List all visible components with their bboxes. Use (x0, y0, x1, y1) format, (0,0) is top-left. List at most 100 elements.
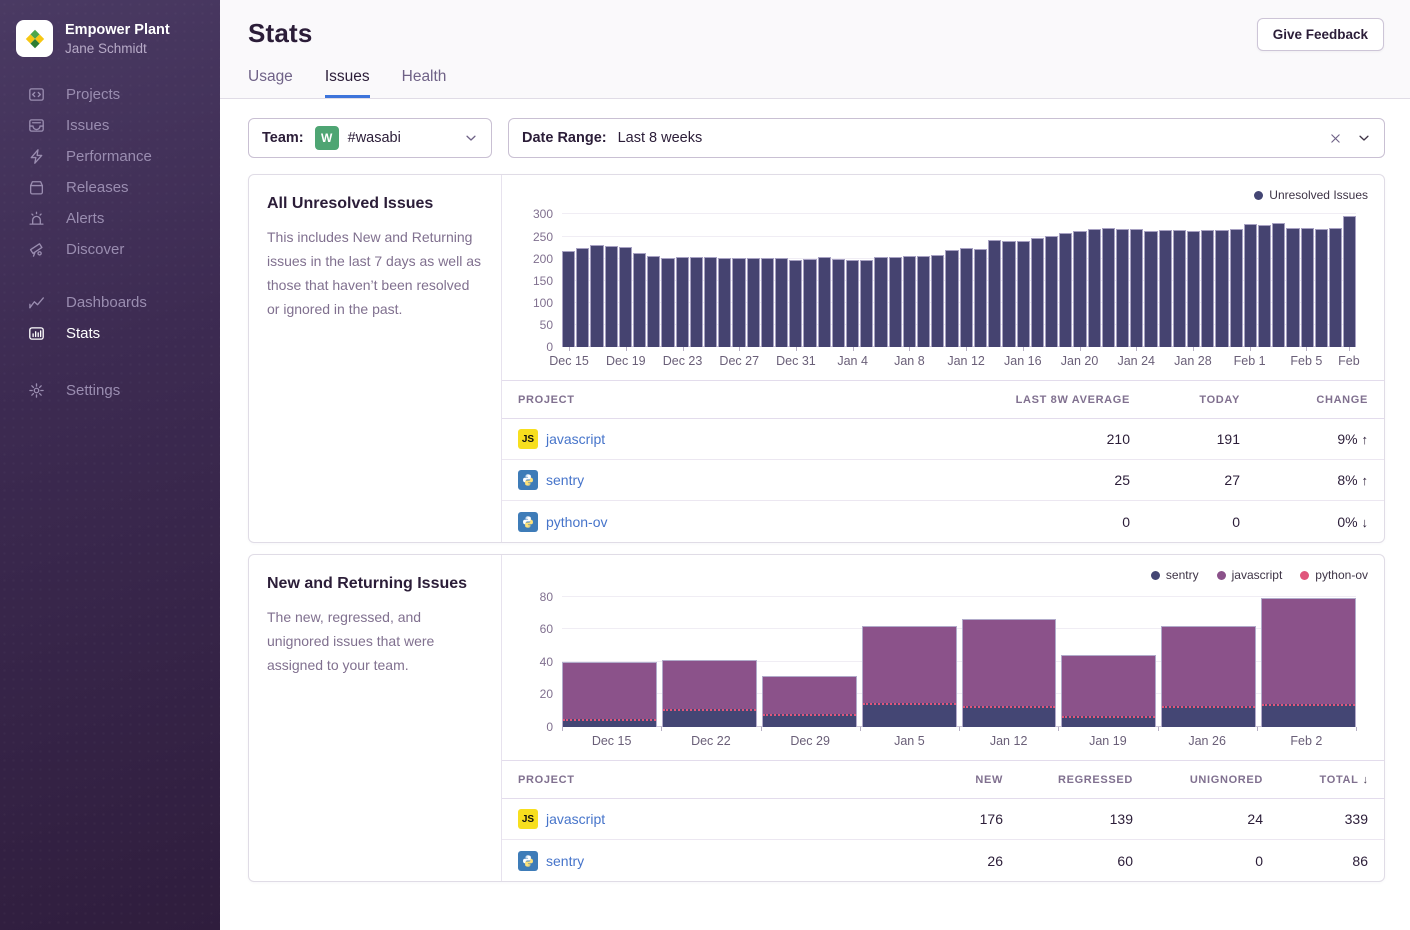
legend-item-sentry[interactable]: sentry (1151, 568, 1199, 582)
tab-health[interactable]: Health (402, 68, 447, 98)
sidebar-item-stats[interactable]: Stats (0, 318, 220, 349)
sidebar-item-label: Stats (66, 325, 100, 342)
column-header-today: TODAY (1146, 394, 1256, 406)
bar (988, 240, 1001, 347)
x-axis-tick (1023, 347, 1024, 351)
legend-item-python-ov[interactable]: python-ov (1300, 568, 1368, 582)
bar (619, 247, 632, 347)
date-range-selector[interactable]: Date Range: Last 8 weeks (508, 118, 1385, 158)
x-axis-tick (1257, 727, 1258, 731)
y-axis-tick-label: 80 (540, 590, 553, 604)
issues-icon (27, 117, 45, 135)
stats-icon (27, 325, 45, 343)
bar (732, 258, 745, 347)
bar (1017, 241, 1030, 348)
bar (974, 249, 987, 347)
x-axis-tick-label: Feb (1338, 354, 1360, 368)
new-returning-issues-chart: sentry javascript python-ov 020406080 Dec … (502, 555, 1384, 760)
table-header-row: PROJECTNEWREGRESSEDUNIGNOREDTOTAL↓ (502, 761, 1384, 799)
discover-icon (27, 241, 45, 259)
releases-icon (27, 179, 45, 197)
y-axis-tick-label: 200 (533, 252, 553, 266)
column-header-total[interactable]: TOTAL↓ (1279, 774, 1384, 786)
content: Team: W #wasabi Date Range: Last 8 weeks (220, 99, 1410, 930)
python-platform-icon (518, 851, 538, 871)
sidebar-item-settings[interactable]: Settings (0, 375, 220, 406)
sidebar-item-alerts[interactable]: Alerts (0, 203, 220, 234)
x-axis-tick-label: Dec 29 (790, 734, 830, 748)
change-cell: 0% ↓ (1256, 514, 1384, 530)
stacked-bar-bottom-segment (963, 706, 1056, 727)
date-range-label: Date Range: (522, 130, 607, 146)
project-link-javascript[interactable]: javascript (546, 431, 605, 447)
project-link-javascript[interactable]: javascript (546, 811, 605, 827)
x-axis-tick-label: Jan 8 (894, 354, 925, 368)
legend-item-javascript[interactable]: javascript (1217, 568, 1283, 582)
sidebar-item-label: Dashboards (66, 294, 147, 311)
project-link-sentry[interactable]: sentry (546, 853, 584, 869)
bar (917, 256, 930, 347)
python-platform-icon (518, 512, 538, 532)
chart-plot: 020406080 (562, 590, 1356, 727)
legend-item-unresolved-issues[interactable]: Unresolved Issues (1254, 188, 1368, 202)
give-feedback-button[interactable]: Give Feedback (1257, 18, 1384, 51)
clear-icon[interactable] (1329, 132, 1342, 145)
main-area: Stats Give Feedback Usage Issues Health Te… (220, 0, 1410, 930)
sidebar-item-discover[interactable]: Discover (0, 234, 220, 265)
x-axis-tick-label: Dec 22 (691, 734, 731, 748)
y-axis-tick-label: 60 (540, 622, 553, 636)
bar (1159, 230, 1172, 347)
bar (860, 260, 873, 347)
sidebar-item-performance[interactable]: Performance (0, 141, 220, 172)
value-cell: 86 (1279, 853, 1384, 869)
x-axis-tick (1158, 727, 1159, 731)
projects-icon (27, 86, 45, 104)
sidebar-item-dashboards[interactable]: Dashboards (0, 287, 220, 318)
sidebar-item-projects[interactable]: Projects (0, 79, 220, 110)
x-axis-tick (626, 347, 627, 351)
tab-issues[interactable]: Issues (325, 68, 370, 98)
x-axis-tick (1058, 727, 1059, 731)
javascript-platform-icon: JS (518, 809, 538, 829)
bar (1116, 229, 1129, 347)
project-link-python-ov[interactable]: python-ov (546, 514, 607, 530)
sidebar-item-issues[interactable]: Issues (0, 110, 220, 141)
sidebar-item-label: Releases (66, 179, 129, 196)
performance-icon (27, 148, 45, 166)
chart-legend: sentry javascript python-ov (518, 566, 1368, 584)
project-link-sentry[interactable]: sentry (546, 472, 584, 488)
team-selector[interactable]: Team: W #wasabi (248, 118, 492, 158)
bar (1102, 228, 1115, 347)
x-axis-tick (683, 347, 684, 351)
bar (803, 259, 816, 347)
bar (1301, 228, 1314, 347)
sidebar-item-releases[interactable]: Releases (0, 172, 220, 203)
javascript-platform-icon: JS (518, 429, 538, 449)
page-title: Stats (248, 18, 313, 49)
legend-label: javascript (1232, 568, 1283, 582)
tab-usage[interactable]: Usage (248, 68, 293, 98)
value-cell: 176 (919, 811, 1019, 827)
bar (832, 259, 845, 347)
bar (761, 258, 774, 347)
table-row: JSjavascript2101919% ↑ (502, 419, 1384, 460)
x-axis-tick (1193, 347, 1194, 351)
column-header-project: PROJECT (502, 774, 919, 786)
project-cell: sentry (502, 851, 919, 871)
stacked-bar (662, 660, 757, 727)
x-axis-tick (1356, 727, 1357, 731)
bar (647, 256, 660, 347)
panel-description: This includes New and Returning issues i… (267, 225, 483, 321)
chart-x-axis: Dec 15Dec 19Dec 23Dec 27Dec 31Jan 4Jan 8… (562, 347, 1356, 375)
chevron-down-icon[interactable] (464, 131, 478, 145)
arrow-down-icon: ↓ (1362, 515, 1369, 530)
org-switcher[interactable]: Empower Plant Jane Schmidt (0, 0, 220, 63)
column-header-change: CHANGE (1256, 394, 1384, 406)
project-cell: sentry (502, 470, 976, 490)
value-cell: 24 (1149, 811, 1279, 827)
bar (1230, 229, 1243, 347)
x-axis-tick-label: Jan 12 (947, 354, 985, 368)
stacked-bar-bottom-segment (863, 703, 956, 727)
stacked-bar-bottom-segment (1062, 716, 1155, 727)
chevron-down-icon[interactable] (1357, 131, 1371, 145)
